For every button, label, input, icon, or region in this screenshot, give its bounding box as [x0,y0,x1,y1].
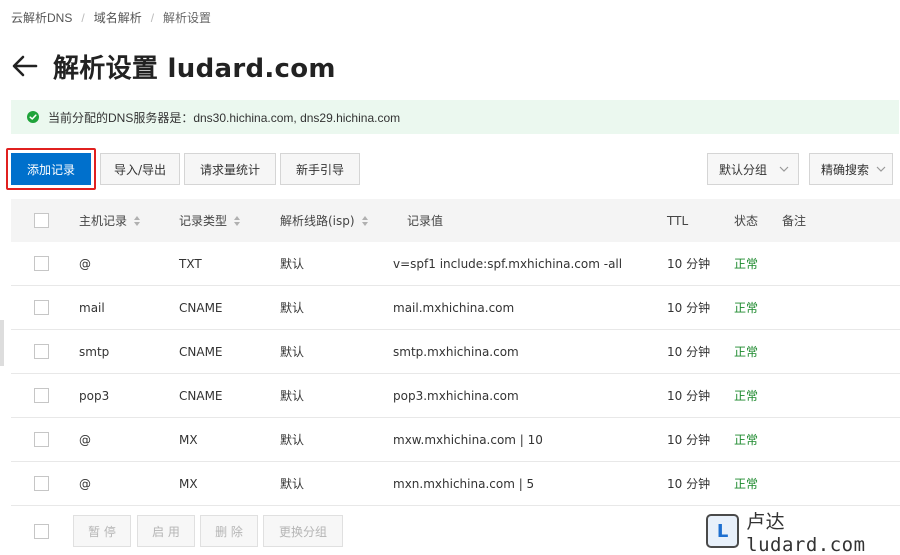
cell-type: TXT [179,256,202,271]
pause-button[interactable]: 暂 停 [73,515,131,547]
cell-status: 正常 [734,301,759,315]
column-type-label: 记录类型 [179,214,228,228]
change-group-button[interactable]: 更换分组 [263,515,343,547]
cell-status: 正常 [734,345,759,359]
table-body: @ TXT 默认 v=spf1 include:spf.mxhichina.com -… [11,242,900,506]
table-row: @ MX 默认 mxn.mxhichina.com | 5 10 分钟 正常 [11,462,900,506]
cell-line: 默认 [280,257,305,271]
cell-line: 默认 [280,389,305,403]
cell-ttl: 10 分钟 [667,477,711,491]
precise-search-label: 精确搜索 [821,162,870,177]
precise-search-select[interactable]: 精确搜索 [809,153,893,185]
breadcrumb: 云解析DNS / 域名解析 / 解析设置 [11,9,211,26]
cell-value: smtp.mxhichina.com [393,344,519,359]
cell-line: 默认 [280,301,305,315]
breadcrumb-separator: / [81,10,85,25]
table-row: mail CNAME 默认 mail.mxhichina.com 10 分钟 正常 [11,286,900,330]
guide-button[interactable]: 新手引导 [280,153,360,185]
watermark-logo: L [706,514,740,548]
cell-line: 默认 [280,433,305,447]
row-checkbox[interactable] [34,432,49,447]
watermark: L 卢达ludard.com [706,511,900,555]
cell-value: pop3.mxhichina.com [393,388,519,403]
cell-line: 默认 [280,477,305,491]
row-checkbox[interactable] [34,344,49,359]
cell-ttl: 10 分钟 [667,389,711,403]
cell-ttl: 10 分钟 [667,345,711,359]
enable-button[interactable]: 启 用 [137,515,195,547]
table-row: smtp CNAME 默认 smtp.mxhichina.com 10 分钟 正常 [11,330,900,374]
cell-value: mail.mxhichina.com [393,300,515,315]
column-ttl: TTL [667,213,689,228]
column-type[interactable]: 记录类型 [179,199,241,242]
cell-type: MX [179,476,198,491]
cell-line: 默认 [280,345,305,359]
row-checkbox[interactable] [34,476,49,491]
table-row: @ MX 默认 mxw.mxhichina.com | 10 10 分钟 正常 [11,418,900,462]
breadcrumb-item-resolution-settings: 解析设置 [163,11,212,25]
column-host[interactable]: 主机记录 [79,199,141,242]
column-host-label: 主机记录 [79,214,128,228]
column-remark: 备注 [782,214,807,228]
dns-server-notice: 当前分配的DNS服务器是：dns30.hichina.com, dns29.hi… [11,100,899,134]
column-line[interactable]: 解析线路(isp) [280,199,369,242]
cell-status: 正常 [734,257,759,271]
check-circle-icon [27,111,39,123]
cell-type: CNAME [179,388,223,403]
sort-icon[interactable] [133,215,141,227]
cell-host: @ [79,256,91,271]
cell-type: CNAME [179,300,223,315]
cell-host: mail [79,300,105,315]
group-select-value: 默认分组 [719,162,768,177]
delete-button[interactable]: 删 除 [200,515,258,547]
breadcrumb-separator: / [150,10,155,25]
cell-status: 正常 [734,477,759,491]
side-panel-handle[interactable] [0,320,4,366]
notice-text: 当前分配的DNS服务器是：dns30.hichina.com, dns29.hi… [48,110,401,125]
group-select[interactable]: 默认分组 [707,153,799,185]
cell-host: pop3 [79,388,110,403]
column-value: 记录值 [407,214,444,228]
cell-host: @ [79,476,91,491]
column-line-label: 解析线路(isp) [280,214,355,228]
cell-value: mxn.mxhichina.com | 5 [393,476,535,491]
sort-icon[interactable] [361,215,369,227]
cell-ttl: 10 分钟 [667,301,711,315]
cell-type: CNAME [179,344,223,359]
cell-value: mxw.mxhichina.com | 10 [393,432,543,447]
select-all-checkbox[interactable] [34,213,49,228]
import-export-button[interactable]: 导入/导出 [100,153,180,185]
page-title: 解析设置 ludard.com [53,53,336,84]
cell-status: 正常 [734,389,759,403]
row-checkbox[interactable] [34,388,49,403]
chevron-down-icon [876,166,886,172]
table-row: @ TXT 默认 v=spf1 include:spf.mxhichina.com -… [11,242,900,286]
records-table: 主机记录 记录类型 解析线路(isp) 记录值 TTL 状态 备注 @ TXT 默认… [11,199,900,506]
chevron-down-icon [779,166,789,172]
cell-type: MX [179,432,198,447]
row-checkbox[interactable] [34,300,49,315]
cell-status: 正常 [734,433,759,447]
cell-value: v=spf1 include:spf.mxhichina.com -all [393,256,623,271]
request-stats-button[interactable]: 请求量统计 [184,153,276,185]
table-header: 主机记录 记录类型 解析线路(isp) 记录值 TTL 状态 备注 [11,199,900,242]
add-record-button[interactable]: 添加记录 [11,153,91,185]
row-checkbox[interactable] [34,256,49,271]
arrow-left-icon [12,55,38,77]
cell-host: smtp [79,344,110,359]
batch-select-checkbox[interactable] [34,523,49,539]
table-row: pop3 CNAME 默认 pop3.mxhichina.com 10 分钟 正常 [11,374,900,418]
cell-host: @ [79,432,91,447]
watermark-text: 卢达ludard.com [746,510,866,555]
sort-icon[interactable] [233,215,241,227]
cell-ttl: 10 分钟 [667,257,711,271]
breadcrumb-item-cloud-dns[interactable]: 云解析DNS [11,9,72,26]
back-button[interactable] [10,51,40,81]
column-status: 状态 [734,214,759,228]
cell-ttl: 10 分钟 [667,433,711,447]
page-header: 解析设置 ludard.com [10,44,336,88]
breadcrumb-item-domain-resolution[interactable]: 域名解析 [94,9,142,26]
